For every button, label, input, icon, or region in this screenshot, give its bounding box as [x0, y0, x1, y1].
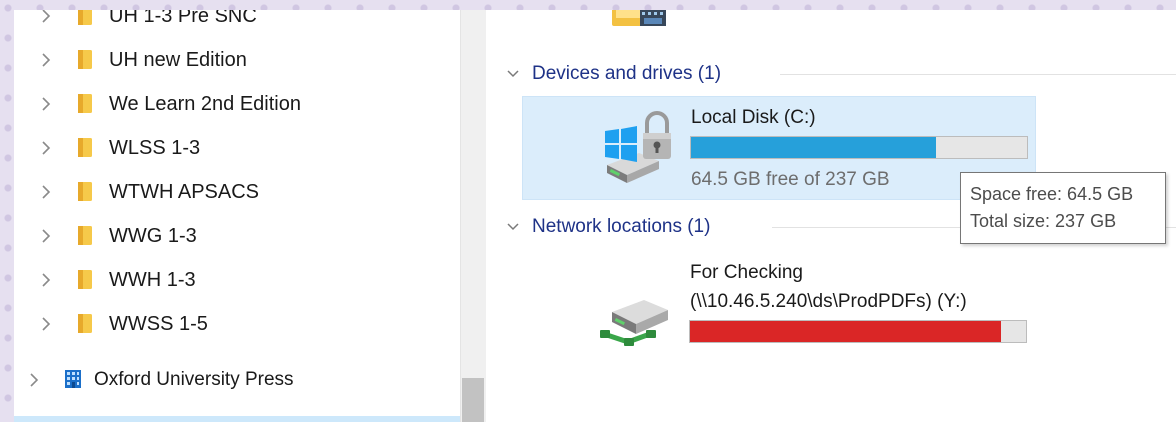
- group-title: Network locations (1): [532, 216, 711, 237]
- selected-item-highlight[interactable]: [14, 416, 460, 422]
- drive-usage-fill: [691, 137, 936, 158]
- nav-item-wtwh-apsacs[interactable]: WTWH APSACS: [14, 170, 460, 214]
- drive-free-space: 64.5 GB free of 237 GB: [691, 169, 890, 190]
- chevron-right-icon[interactable]: [38, 227, 54, 245]
- nav-item-wlss-1-3[interactable]: WLSS 1-3: [14, 126, 460, 170]
- network-drive-icon: [600, 300, 668, 346]
- drive-space-tooltip: Space free: 64.5 GB Total size: 237 GB: [960, 172, 1166, 244]
- nav-item-oxford-university-press[interactable]: Oxford University Press: [14, 358, 460, 402]
- navigation-pane: UH 1-3 Pre SNC UH new Edition We Learn 2…: [14, 10, 460, 422]
- chevron-right-icon[interactable]: [38, 95, 54, 113]
- navigation-scrollbar-track[interactable]: [460, 10, 487, 422]
- nav-item-label: Oxford University Press: [94, 369, 294, 390]
- chevron-down-icon[interactable]: [506, 222, 520, 232]
- drive-network-path: (\\10.46.5.240\ds\ProdPDFs) (Y:): [690, 291, 967, 312]
- drive-name: Local Disk (C:): [691, 107, 816, 128]
- windows-drive-lock-icon: [605, 111, 671, 183]
- folder-icon: [78, 314, 92, 333]
- nav-item-label: WWG 1-3: [109, 225, 197, 247]
- nav-item-wwh-1-3[interactable]: WWH 1-3: [14, 258, 460, 302]
- navigation-tree: UH 1-3 Pre SNC UH new Edition We Learn 2…: [14, 10, 460, 402]
- chevron-right-icon[interactable]: [38, 139, 54, 157]
- drive-name: For Checking: [690, 262, 803, 283]
- building-icon: [65, 370, 81, 388]
- file-explorer-window: UH 1-3 Pre SNC UH new Edition We Learn 2…: [14, 10, 1176, 422]
- chevron-right-icon[interactable]: [38, 10, 54, 25]
- folder-icon: [78, 50, 92, 69]
- nav-item-wwss-1-5[interactable]: WWSS 1-5: [14, 302, 460, 346]
- tooltip-space-free: Space free: 64.5 GB: [970, 184, 1134, 204]
- chevron-right-icon[interactable]: [38, 183, 54, 201]
- group-header-network-locations[interactable]: Network locations (1): [506, 214, 710, 240]
- nav-item-label: We Learn 2nd Edition: [109, 93, 301, 115]
- chevron-right-icon[interactable]: [38, 51, 54, 69]
- media-folder-icon[interactable]: [606, 10, 670, 30]
- folder-icon: [78, 10, 92, 25]
- drive-tile-local-disk-c[interactable]: Local Disk (C:) 64.5 GB free of 237 GB: [522, 96, 1036, 200]
- chevron-right-icon[interactable]: [38, 271, 54, 289]
- folder-icon: [78, 94, 92, 113]
- folder-icon: [78, 138, 92, 157]
- folder-icon: [78, 270, 92, 289]
- chevron-right-icon[interactable]: [38, 315, 54, 333]
- nav-item-uh-new-edition[interactable]: UH new Edition: [14, 38, 460, 82]
- nav-item-label: WWSS 1-5: [109, 313, 208, 335]
- content-pane: Devices and drives (1) Local Disk (C:) 6…: [486, 10, 1176, 422]
- folder-icon: [78, 182, 92, 201]
- folder-icon: [78, 226, 92, 245]
- chevron-right-icon[interactable]: [26, 371, 42, 389]
- nav-item-wwg-1-3[interactable]: WWG 1-3: [14, 214, 460, 258]
- chevron-down-icon[interactable]: [506, 69, 520, 79]
- drive-usage-bar: [690, 136, 1028, 159]
- group-title: Devices and drives (1): [532, 63, 722, 84]
- group-header-devices-and-drives[interactable]: Devices and drives (1): [506, 61, 721, 87]
- drive-tile-network-for-checking[interactable]: For Checking (\\10.46.5.240\ds\ProdPDFs)…: [522, 256, 1036, 366]
- navigation-scrollbar-thumb[interactable]: [462, 378, 484, 422]
- nav-item-label: UH new Edition: [109, 49, 247, 71]
- nav-item-label: WLSS 1-3: [109, 137, 201, 159]
- nav-item-label: WTWH APSACS: [109, 181, 260, 203]
- nav-item-label: UH 1-3 Pre SNC: [109, 10, 257, 27]
- nav-item-we-learn-2nd-edition[interactable]: We Learn 2nd Edition: [14, 82, 460, 126]
- group-divider: [780, 74, 1176, 75]
- tooltip-total-size: Total size: 237 GB: [970, 211, 1117, 231]
- nav-item-label: WWH 1-3: [109, 269, 196, 291]
- drive-usage-bar: [689, 320, 1027, 343]
- drive-usage-fill: [690, 321, 1001, 342]
- nav-item-uh-1-3-pre-snc[interactable]: UH 1-3 Pre SNC: [14, 10, 460, 38]
